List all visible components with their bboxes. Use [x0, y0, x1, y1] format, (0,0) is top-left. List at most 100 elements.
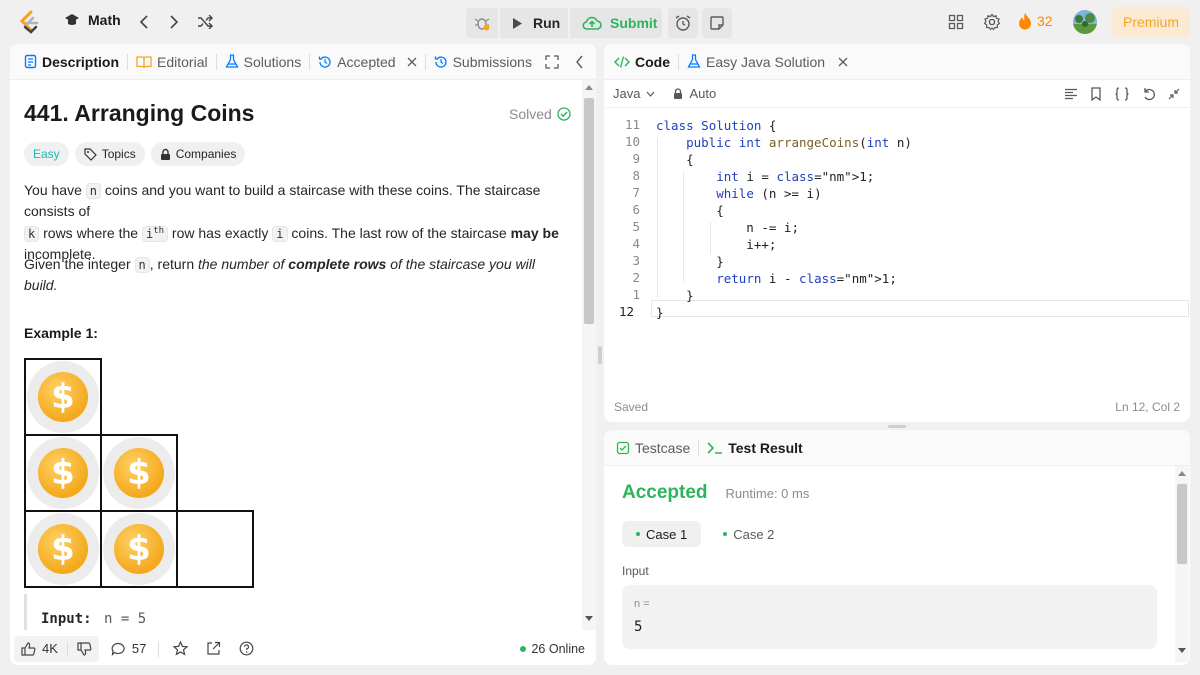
scroll-up-icon[interactable] — [1175, 470, 1189, 480]
companies-button[interactable]: Companies — [150, 142, 246, 166]
prev-problem-button[interactable] — [132, 10, 156, 34]
problem-statement: You have n coins and you want to build a… — [24, 180, 569, 264]
code-icon — [614, 55, 630, 68]
case-pass-dot — [636, 532, 640, 536]
line-number: 12 — [618, 304, 634, 319]
gear-icon — [983, 13, 1001, 31]
tab-submissions[interactable]: Submissions — [426, 44, 540, 80]
line-number: 6 — [632, 202, 640, 217]
task-text: , return — [149, 256, 198, 272]
streak-counter[interactable]: 32 — [1018, 12, 1053, 30]
flask-icon — [225, 54, 239, 68]
leetcode-logo[interactable] — [18, 10, 40, 34]
horizontal-splitter[interactable] — [888, 425, 906, 428]
code-panel: Code Easy Java Solution Java Auto 11 10 … — [604, 44, 1190, 422]
case-1-tab[interactable]: Case 1 — [622, 521, 702, 547]
dollar-icon: $ — [114, 524, 164, 574]
close-icon[interactable] — [838, 57, 848, 67]
auto-mode[interactable]: Auto — [673, 86, 716, 101]
case-2-tab[interactable]: Case 2 — [709, 521, 788, 547]
collapse-icon[interactable] — [1168, 88, 1180, 100]
editor-toolbar: Java Auto — [604, 80, 1190, 108]
code-line: { — [656, 152, 694, 167]
problem-list-button[interactable]: Math — [64, 12, 121, 28]
avatar[interactable] — [1073, 10, 1097, 34]
input-var-label: n = — [634, 598, 650, 610]
debug-button[interactable] — [466, 8, 498, 38]
language-select[interactable]: Java — [613, 86, 655, 101]
saved-status: Saved — [614, 400, 649, 414]
premium-button[interactable]: Premium — [1112, 7, 1190, 37]
code-line: while (n >= i) — [716, 186, 822, 201]
code-line: public int arrangeCoins(int n) — [686, 135, 912, 150]
share-icon[interactable] — [206, 641, 221, 656]
star-icon[interactable] — [173, 641, 189, 656]
comments-button[interactable]: 57 — [111, 641, 146, 656]
superscript: th — [153, 226, 165, 236]
reset-icon[interactable] — [1142, 87, 1156, 101]
topics-button[interactable]: Topics — [74, 142, 145, 166]
dollar-icon: $ — [38, 524, 88, 574]
scroll-up-icon[interactable] — [582, 84, 596, 94]
tab-editorial[interactable]: Editorial — [128, 44, 216, 80]
tab-testcase[interactable]: Testcase — [608, 430, 698, 466]
premium-label: Premium — [1122, 14, 1179, 30]
line-number: 10 — [624, 134, 640, 149]
close-icon[interactable] — [407, 57, 417, 67]
problem-task: Given the integer n, return the number o… — [24, 254, 569, 295]
bookmark-icon[interactable] — [1090, 86, 1102, 101]
scroll-down-icon[interactable] — [1175, 648, 1189, 658]
layout-button[interactable] — [944, 10, 968, 34]
thumbs-up-icon[interactable] — [21, 641, 36, 656]
code-tabs: Code Easy Java Solution — [604, 44, 1190, 80]
terminal-icon — [707, 441, 723, 454]
random-problem-button[interactable] — [193, 10, 217, 34]
logo-icon — [19, 10, 39, 34]
case-tabs: Case 1 Case 2 — [622, 521, 788, 547]
code-line: } — [656, 254, 724, 269]
notes-button[interactable] — [702, 8, 732, 38]
braces-icon[interactable] — [1114, 86, 1130, 101]
inline-code: n — [85, 183, 101, 199]
play-icon — [513, 17, 522, 29]
scroll-down-icon[interactable] — [582, 616, 596, 626]
code-editor[interactable]: 11 10 9 8 7 6 5 4 3 2 1 12 class Solutio… — [604, 114, 1190, 324]
tab-description[interactable]: Description — [16, 44, 127, 80]
maximize-icon[interactable] — [545, 54, 559, 69]
chevron-right-icon — [170, 15, 179, 29]
case-pass-dot — [723, 532, 728, 536]
run-button[interactable]: Run — [500, 8, 568, 38]
comment-icon — [111, 642, 125, 656]
description-scrollbar[interactable] — [582, 80, 596, 630]
note-icon — [710, 16, 724, 30]
alarm-clock-icon — [675, 15, 691, 31]
scroll-thumb[interactable] — [1177, 484, 1187, 564]
scroll-thumb[interactable] — [584, 98, 594, 324]
online-dot — [520, 645, 527, 652]
tab-accepted[interactable]: Accepted — [310, 44, 424, 80]
tab-submissions-label: Submissions — [452, 53, 532, 70]
coin-icon: $ — [27, 361, 99, 433]
tab-test-result[interactable]: Test Result — [699, 430, 810, 466]
tab-solution-label: Easy Java Solution — [706, 53, 826, 70]
tab-code[interactable]: Code — [606, 44, 678, 80]
vertical-splitter[interactable] — [598, 346, 602, 364]
collapse-left-icon[interactable] — [575, 55, 584, 69]
result-scrollbar[interactable] — [1175, 466, 1189, 662]
format-icon[interactable] — [1064, 88, 1078, 100]
settings-button[interactable] — [980, 10, 1004, 34]
thumbs-down-icon[interactable] — [77, 641, 92, 656]
tag-row: Easy Topics Companies — [24, 142, 246, 166]
tab-solutions[interactable]: Solutions — [217, 44, 310, 80]
help-icon[interactable] — [239, 641, 254, 656]
line-number: 3 — [632, 253, 640, 268]
tab-solution[interactable]: Easy Java Solution — [679, 44, 856, 80]
next-problem-button[interactable] — [162, 10, 186, 34]
submit-button[interactable]: Submit — [570, 8, 662, 38]
statement-bold: may be — [510, 225, 559, 241]
line-number: 8 — [632, 168, 640, 183]
line-number: 11 — [624, 117, 640, 132]
timer-button[interactable] — [668, 8, 698, 38]
comments-count: 57 — [131, 641, 147, 656]
code-line: i++; — [656, 237, 777, 252]
